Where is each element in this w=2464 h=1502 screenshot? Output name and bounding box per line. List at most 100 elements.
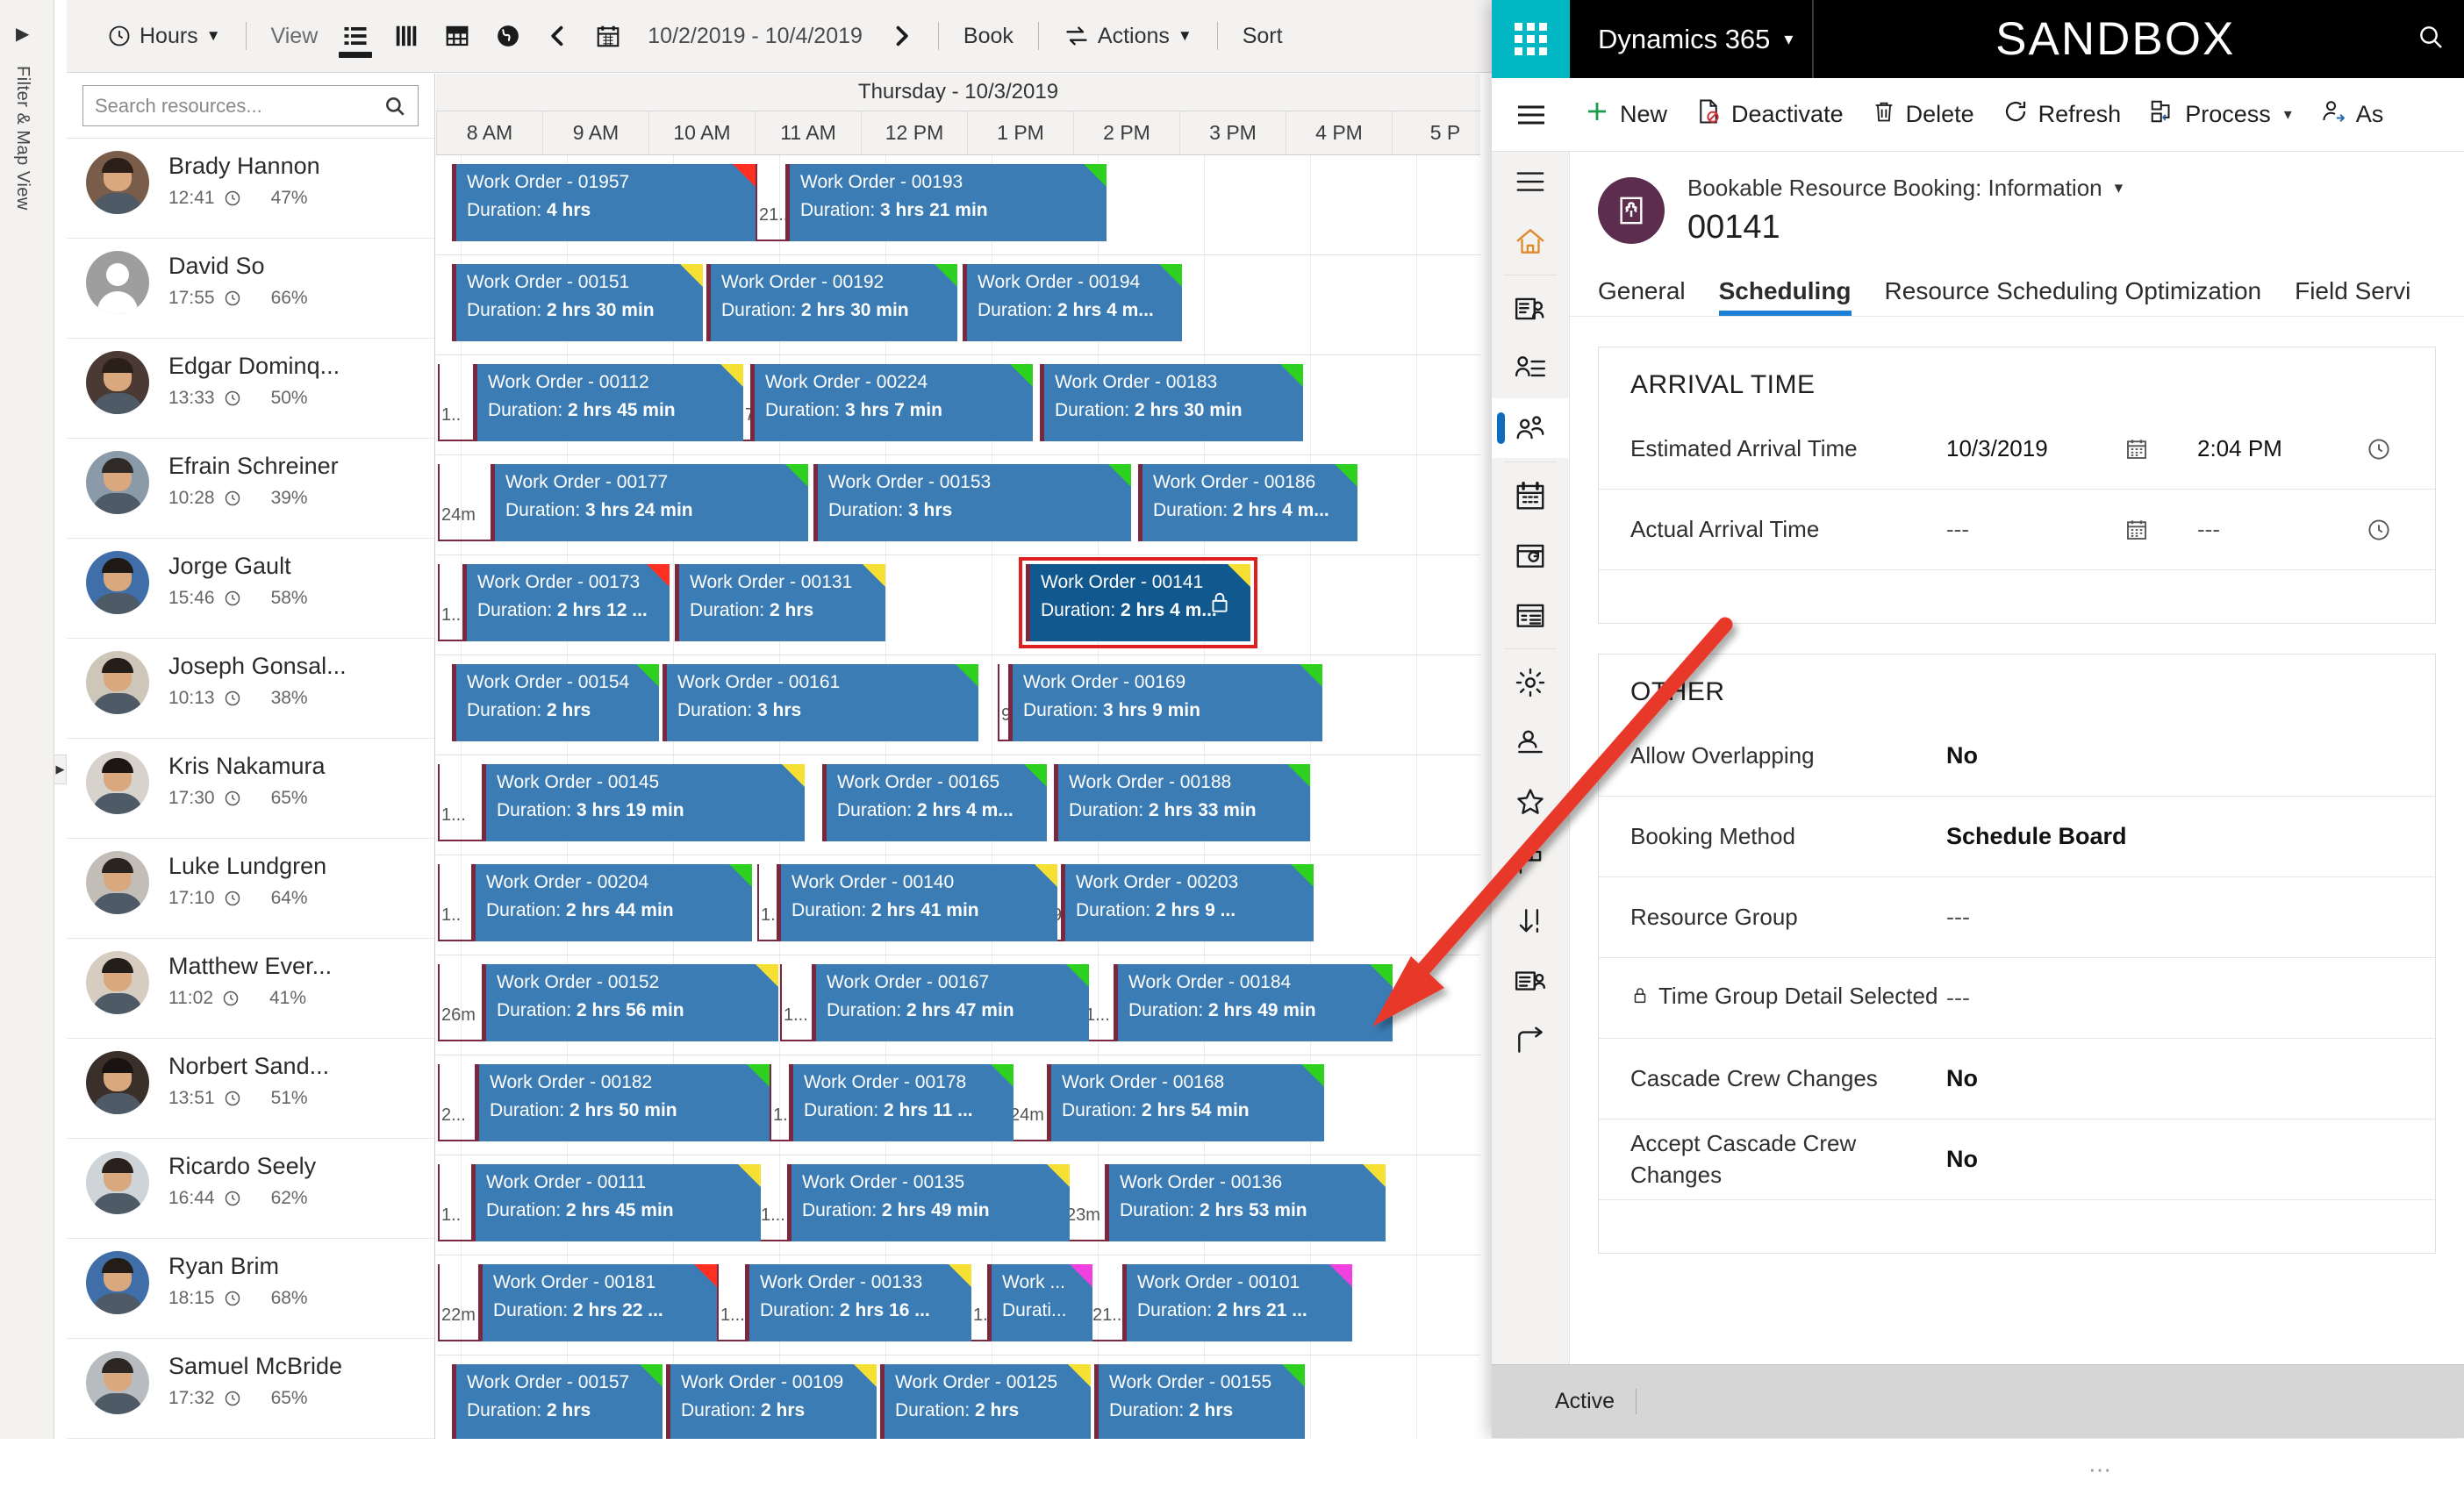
hours-dropdown[interactable]: Hours ▼	[95, 0, 233, 73]
resource-row[interactable]: Jorge Gault 15:46 58%	[67, 539, 434, 639]
travel-time-block[interactable]: 1...	[757, 1164, 787, 1241]
chevron-down-icon[interactable]: ▼	[206, 27, 221, 45]
booking-block[interactable]: Work Order - 00112 Duration: 2 hrs 45 min	[473, 364, 743, 441]
resource-row[interactable]: Joseph Gonsal... 10:13 38%	[67, 639, 434, 739]
travel-time-block[interactable]: 9	[998, 664, 1008, 741]
resource-row[interactable]: Ryan Brim 18:15 68%	[67, 1239, 434, 1339]
booking-block[interactable]: Work Order - 00157 Duration: 2 hrs	[452, 1364, 663, 1441]
booking-block[interactable]: Work Order - 00167 Duration: 2 hrs 47 min	[812, 964, 1089, 1041]
resource-row[interactable]: Brady Hannon 12:41 47%	[67, 139, 434, 239]
booking-block[interactable]: Work Order - 00154 Duration: 2 hrs	[452, 664, 659, 741]
columns-view-button[interactable]	[381, 0, 432, 73]
transfer-record-icon[interactable]	[1492, 951, 1569, 1011]
booking-block[interactable]: Work Order - 00203 Duration: 2 hrs 9 ...	[1061, 864, 1314, 941]
booking-block[interactable]: Work Order - 00194 Duration: 2 hrs 4 m...	[963, 264, 1182, 341]
field-value[interactable]: No	[1946, 1146, 1978, 1173]
booking-block[interactable]: Work Order - 00161 Duration: 3 hrs	[663, 664, 978, 741]
filter-panel-handle[interactable]: ▶	[54, 755, 67, 784]
booking-block[interactable]: Work Order - 00204 Duration: 2 hrs 44 min	[471, 864, 752, 941]
resources-people-icon[interactable]	[1492, 398, 1569, 458]
search-box[interactable]	[82, 85, 419, 126]
date-picker-button[interactable]	[583, 0, 634, 73]
list-view-button[interactable]	[330, 0, 381, 73]
user-account-icon[interactable]	[1492, 712, 1569, 772]
resource-row[interactable]: Luke Lundgren 17:10 64%	[67, 839, 434, 939]
booking-block[interactable]: Work Order - 00186 Duration: 2 hrs 4 m...	[1138, 464, 1357, 541]
chevron-down-icon-entity[interactable]: ▾	[2115, 178, 2124, 198]
travel-time-block[interactable]: 1..	[438, 564, 462, 641]
hamburger-menu-icon[interactable]	[1492, 78, 1570, 152]
booking-block[interactable]: Work Order - 00165 Duration: 2 hrs 4 m...	[822, 764, 1047, 841]
tab-general[interactable]: General	[1598, 277, 1686, 316]
booking-block[interactable]: Work Order - 00184 Duration: 2 hrs 49 min	[1114, 964, 1393, 1041]
booking-block[interactable]: Work Order - 00181 Duration: 2 hrs 22 ...	[478, 1264, 717, 1341]
resource-row[interactable]: Ricardo Seely 16:44 62%	[67, 1139, 434, 1239]
booking-block[interactable]: Work Order - 00178 Duration: 2 hrs 11 ...	[789, 1064, 1014, 1141]
booking-block[interactable]: Work Order - 00153 Duration: 3 hrs	[813, 464, 1131, 541]
tab-field-servi[interactable]: Field Servi	[2295, 277, 2410, 316]
travel-time-block[interactable]: 1.	[757, 864, 777, 941]
booking-block[interactable]: Work Order - 00193 Duration: 3 hrs 21 min	[785, 164, 1107, 241]
booking-block-selected[interactable]: Work Order - 00141 Duration: 2 hrs 4 m...	[1019, 557, 1257, 648]
tab-scheduling[interactable]: Scheduling	[1718, 277, 1852, 316]
booking-block[interactable]: Work ... Durati...	[987, 1264, 1092, 1341]
booking-block[interactable]: Work Order - 00169 Duration: 3 hrs 9 min	[1008, 664, 1322, 741]
field-value[interactable]: No	[1946, 1065, 1978, 1092]
booking-block[interactable]: Work Order - 00224 Duration: 3 hrs 7 min	[750, 364, 1033, 441]
grid-view-button[interactable]	[432, 0, 483, 73]
app-launcher-icon[interactable]	[1492, 0, 1570, 78]
new-button[interactable]: New	[1570, 78, 1681, 152]
schedule-refresh-icon[interactable]	[1492, 526, 1569, 585]
field-value[interactable]: ---	[1946, 904, 1970, 931]
resource-row[interactable]: Norbert Sand... 13:51 51%	[67, 1039, 434, 1139]
booking-block[interactable]: Work Order - 00168 Duration: 2 hrs 54 min	[1047, 1064, 1324, 1141]
brand-dropdown[interactable]: Dynamics 365 ▾	[1570, 0, 1815, 78]
booking-block[interactable]: Work Order - 00183 Duration: 2 hrs 30 min	[1040, 364, 1303, 441]
resource-row[interactable]: Kris Nakamura 17:30 65%	[67, 739, 434, 839]
booking-block[interactable]: Work Order - 00135 Duration: 2 hrs 49 min	[787, 1164, 1070, 1241]
search-input[interactable]	[95, 94, 383, 118]
booking-block[interactable]: Work Order - 00192 Duration: 2 hrs 30 min	[706, 264, 957, 341]
travel-time-block[interactable]: 1...	[717, 1264, 745, 1341]
favorites-star-icon[interactable]	[1492, 772, 1569, 832]
flag-icon[interactable]	[1492, 832, 1569, 891]
process-button[interactable]: Process ▾	[2135, 78, 2306, 152]
clock-icon[interactable]	[2364, 517, 2394, 543]
resource-row[interactable]: Efrain Schreiner 10:28 39%	[67, 439, 434, 539]
sort-button[interactable]: Sort	[1230, 0, 1295, 73]
travel-time-block[interactable]: 22m	[438, 1264, 478, 1341]
booking-block[interactable]: Work Order - 00140 Duration: 2 hrs 41 min	[777, 864, 1057, 941]
travel-time-block[interactable]: 1...	[438, 764, 482, 841]
travel-time-block[interactable]: 1..	[438, 364, 473, 441]
search-icon[interactable]	[2417, 23, 2445, 55]
booking-block[interactable]: Work Order - 00182 Duration: 2 hrs 50 min	[475, 1064, 770, 1141]
field-date-value[interactable]: ---	[1946, 516, 2122, 543]
booking-block[interactable]: Work Order - 00173 Duration: 2 hrs 12 ...	[462, 564, 670, 641]
search-icon[interactable]	[383, 95, 406, 118]
next-date-button[interactable]	[877, 0, 926, 73]
chevron-down-icon[interactable]: ▾	[1784, 28, 1793, 50]
booking-block[interactable]: Work Order - 00133 Duration: 2 hrs 16 ...	[745, 1264, 971, 1341]
resource-row[interactable]: Samuel McBride 17:32 65%	[67, 1339, 434, 1439]
booking-block[interactable]: Work Order - 00177 Duration: 3 hrs 24 min	[491, 464, 808, 541]
booking-block[interactable]: Work Order - 00145 Duration: 3 hrs 19 min	[482, 764, 805, 841]
booking-block[interactable]: Work Order - 00155 Duration: 2 hrs	[1094, 1364, 1305, 1441]
calendar-icon[interactable]	[2122, 436, 2152, 462]
delete-button[interactable]: Delete	[1858, 78, 1988, 152]
chevron-down-icon-actions[interactable]: ▼	[1178, 27, 1193, 45]
travel-time-block[interactable]: 1.	[770, 1064, 789, 1141]
pinned-list-icon[interactable]	[1492, 339, 1569, 398]
assign-button[interactable]: As	[2306, 78, 2398, 152]
refresh-button[interactable]: Refresh	[1988, 78, 2136, 152]
chevron-down-icon-process[interactable]: ▾	[2284, 105, 2292, 124]
booking-block[interactable]: Work Order - 01957 Duration: 4 hrs	[452, 164, 756, 241]
priority-down-icon[interactable]	[1492, 891, 1569, 951]
booking-block[interactable]: Work Order - 00111 Duration: 2 hrs 45 min	[471, 1164, 761, 1241]
expand-filter-panel-icon[interactable]: ▶	[16, 23, 29, 45]
entity-dropdown[interactable]: Bookable Resource Booking: Information ▾	[1687, 175, 2123, 202]
recent-records-icon[interactable]	[1492, 279, 1569, 339]
tab-resource-scheduling-optimization[interactable]: Resource Scheduling Optimization	[1885, 277, 2262, 316]
field-time-value[interactable]: 2:04 PM	[2197, 435, 2364, 462]
filter-map-view-rail[interactable]: ▶ Filter & Map View	[0, 0, 54, 1502]
route-arrow-icon[interactable]	[1492, 1011, 1569, 1070]
